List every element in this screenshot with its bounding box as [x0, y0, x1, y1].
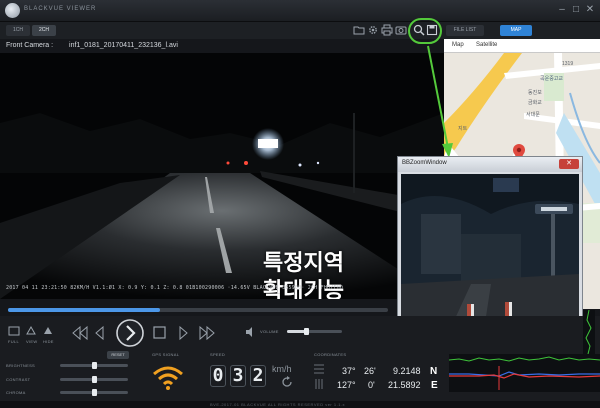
- mini-graph-lines: [585, 309, 592, 355]
- channel-2-button[interactable]: 2CH: [32, 25, 56, 36]
- view-icon[interactable]: [25, 325, 37, 337]
- speed-digit-2: 3: [230, 365, 246, 387]
- map-label-1: 1319: [562, 61, 574, 67]
- hide-icon[interactable]: [42, 325, 54, 337]
- contrast-slider[interactable]: [60, 376, 128, 383]
- volume-icon[interactable]: [244, 326, 256, 338]
- video-filename: inf1_0181_20170411_232136_l.avi: [69, 42, 178, 49]
- g-sensor-lines: [449, 356, 600, 390]
- gps-signal-label: GPS SIGNAL: [152, 352, 180, 357]
- full-label: FULL: [8, 339, 19, 344]
- app-logo: [5, 3, 20, 18]
- minimize-icon[interactable]: –: [556, 4, 568, 16]
- reset-button[interactable]: RESET: [107, 351, 129, 359]
- speed-label: SPEED: [210, 352, 226, 357]
- hide-label: HIDE: [43, 339, 54, 344]
- skip-forward-icon[interactable]: [199, 325, 215, 341]
- contrast-label: CONTRAST: [6, 377, 31, 382]
- chroma-slider-knob[interactable]: [92, 389, 97, 396]
- refresh-icon[interactable]: [281, 376, 293, 388]
- brightness-slider-knob[interactable]: [92, 362, 97, 369]
- zoom-window-close-button[interactable]: ✕: [559, 159, 579, 169]
- night-road-scene: [0, 53, 444, 299]
- playback-progress-bar[interactable]: [8, 308, 388, 312]
- playback-controls: [72, 325, 215, 341]
- lat-minutes: 26': [364, 366, 376, 376]
- video-player[interactable]: 특정지역 확대기능: [0, 53, 444, 299]
- footer-text: BVE-2017-01 BLACKVUE ALL RIGHTS RESERVED…: [210, 402, 346, 407]
- overlay-caption: 특정지역 확대기능: [263, 249, 344, 299]
- video-osd-text: 2017 04 11 23:21:50 82KM/H V1.1:Ø1 X: 0.…: [6, 285, 344, 291]
- map-label-2: 곡운중고교: [540, 76, 564, 82]
- view-label: VIEW: [26, 339, 38, 344]
- zoom-highlight-circle: [408, 18, 442, 44]
- gps-signal-icon: [153, 366, 183, 390]
- folder-icon[interactable]: [353, 24, 365, 36]
- coordinates-icon: [314, 364, 324, 389]
- step-back-icon[interactable]: [95, 325, 104, 341]
- speed-digit-1: 0: [210, 365, 226, 387]
- map-tab-satellite[interactable]: Satellite: [476, 42, 497, 48]
- mini-graph: [583, 309, 595, 355]
- camera-label-text: Front Camera :: [6, 42, 54, 49]
- speed-unit: km/h: [272, 364, 292, 374]
- volume-slider[interactable]: [287, 328, 342, 335]
- print-icon[interactable]: [381, 24, 393, 36]
- footer: BVE-2017-01 BLACKVUE ALL RIGHTS RESERVED…: [0, 401, 600, 408]
- coordinates-label: COORDINATES: [314, 352, 347, 357]
- map-label-3: 동진보: [528, 90, 542, 96]
- contrast-slider-knob[interactable]: [92, 376, 97, 383]
- gear-icon[interactable]: [367, 24, 379, 36]
- zoom-window-titlebar[interactable]: BBZoomWindow ✕: [398, 157, 582, 172]
- zoom-pointer-arrow: [427, 45, 453, 158]
- chroma-slider[interactable]: [60, 389, 128, 396]
- title-bar: BLACKVUE VIEWER – □ ✕: [0, 0, 600, 22]
- camera-label: Front Camera : inf1_0181_20170411_232136…: [6, 42, 178, 49]
- stop-icon[interactable]: [153, 326, 166, 339]
- volume-label: VOLUME: [260, 329, 279, 334]
- channel-1-button[interactable]: 1CH: [6, 25, 30, 36]
- close-icon[interactable]: ✕: [584, 4, 596, 16]
- chroma-label: CHROMA: [6, 390, 26, 395]
- volume-slider-knob[interactable]: [304, 328, 310, 335]
- lat-direction: N: [430, 366, 438, 377]
- brightness-label: BRIGHTNESS: [6, 363, 36, 368]
- step-forward-icon[interactable]: [179, 325, 188, 341]
- fullscreen-icon[interactable]: [8, 325, 20, 337]
- app-title: BLACKVUE VIEWER: [24, 6, 97, 12]
- lon-seconds: 21.5892: [388, 380, 421, 390]
- lat-degrees: 37°: [342, 366, 356, 376]
- maximize-icon[interactable]: □: [570, 4, 582, 16]
- brightness-slider[interactable]: [60, 362, 128, 369]
- zoom-window-title: BBZoomWindow: [402, 160, 447, 166]
- play-button[interactable]: [115, 318, 145, 348]
- overlay-caption-line1: 특정지역: [263, 250, 344, 275]
- tab-file-list[interactable]: FILE LIST: [446, 25, 484, 36]
- map-label-4: 금화교: [528, 100, 542, 106]
- lon-degrees: 127°: [337, 380, 356, 390]
- map-type-tabs: Map Satellite: [444, 39, 600, 53]
- g-sensor-graph: [449, 354, 600, 392]
- map-label-5: 서대문: [526, 112, 540, 118]
- tab-map[interactable]: MAP: [500, 25, 532, 36]
- toolbar: 1CH 2CH FILE LIST MAP: [0, 22, 600, 39]
- lon-direction: E: [431, 380, 438, 391]
- speed-digit-3: 2: [250, 365, 266, 387]
- lat-seconds: 9.2148: [393, 366, 421, 376]
- progress-fill: [8, 308, 160, 312]
- camera-icon[interactable]: [395, 24, 407, 36]
- lon-minutes: 0': [368, 380, 375, 390]
- skip-back-icon[interactable]: [72, 325, 88, 341]
